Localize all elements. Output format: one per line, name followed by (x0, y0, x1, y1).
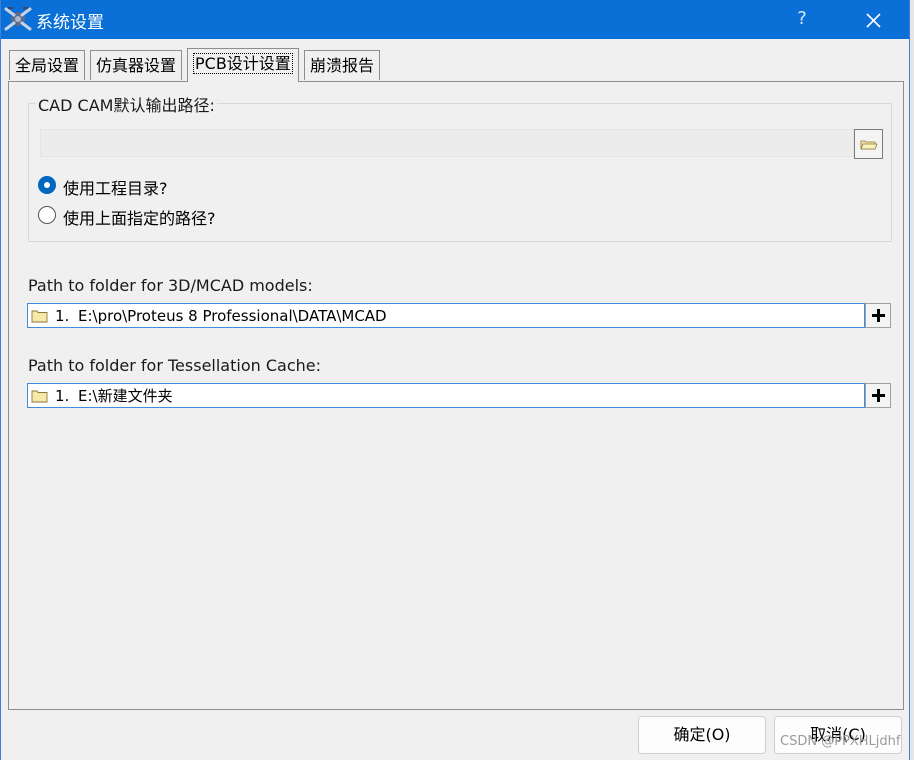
tessellation-folder-label: Path to folder for Tessellation Cache: (28, 356, 321, 375)
tessellation-folder-list[interactable]: 1. E:\新建文件夹 (27, 383, 865, 408)
add-mcad-folder-button[interactable] (865, 303, 891, 328)
folder-icon (31, 390, 48, 403)
plus-icon (872, 309, 885, 322)
cadcam-output-group: 使用工程目录? 使用上面指定的路径? (28, 103, 892, 242)
window-title: 系统设置 (36, 13, 104, 33)
tab-pcb-design-settings[interactable]: PCB设计设置 (187, 48, 299, 82)
tab-global-settings[interactable]: 全局设置 (9, 50, 86, 80)
watermark: CSDN @PPXHLjdhf (780, 734, 901, 749)
help-button[interactable]: ? (788, 5, 816, 33)
entry-index: 1. (55, 307, 70, 325)
tab-crash-report[interactable]: 崩溃报告 (304, 50, 381, 80)
close-icon[interactable] (856, 5, 890, 35)
tab-label: PCB设计设置 (193, 53, 293, 74)
tab-simulator-settings[interactable]: 仿真器设置 (90, 50, 183, 80)
proteus-app-icon (4, 7, 32, 31)
mcad-folder-list[interactable]: 1. E:\pro\Proteus 8 Professional\DATA\MC… (27, 303, 865, 328)
entry-path: E:\pro\Proteus 8 Professional\DATA\MCAD (78, 307, 387, 325)
entry-index: 1. (55, 387, 70, 405)
radio-checked-icon (38, 176, 56, 194)
settings-dialog: 系统设置 ? 全局设置 仿真器设置 PCB设计设置 崩溃报告 使用工程目录? 使… (0, 0, 910, 760)
background-edge (910, 0, 914, 760)
tab-label: 全局设置 (15, 56, 80, 75)
browse-folder-button[interactable] (854, 129, 883, 159)
folder-icon (31, 310, 48, 323)
radio-label: 使用工程目录? (63, 179, 168, 198)
title-bar[interactable]: 系统设置 ? (1, 0, 909, 39)
entry-path: E:\新建文件夹 (78, 387, 173, 405)
tab-panel-pcb: 使用工程目录? 使用上面指定的路径? CAD CAM默认输出路径: Path t… (8, 81, 904, 710)
add-tessellation-folder-button[interactable] (865, 383, 891, 408)
tab-label: 崩溃报告 (310, 56, 375, 75)
radio-label: 使用上面指定的路径? (63, 209, 216, 228)
ok-button[interactable]: 确定(O) (638, 716, 766, 754)
cadcam-path-input[interactable] (40, 129, 854, 157)
mcad-folder-label: Path to folder for 3D/MCAD models: (28, 276, 313, 295)
radio-unchecked-icon (38, 206, 56, 224)
cadcam-group-legend: CAD CAM默认输出路径: (36, 92, 217, 116)
plus-icon (872, 389, 885, 402)
tab-label: 仿真器设置 (96, 56, 177, 75)
open-folder-icon (860, 140, 878, 150)
